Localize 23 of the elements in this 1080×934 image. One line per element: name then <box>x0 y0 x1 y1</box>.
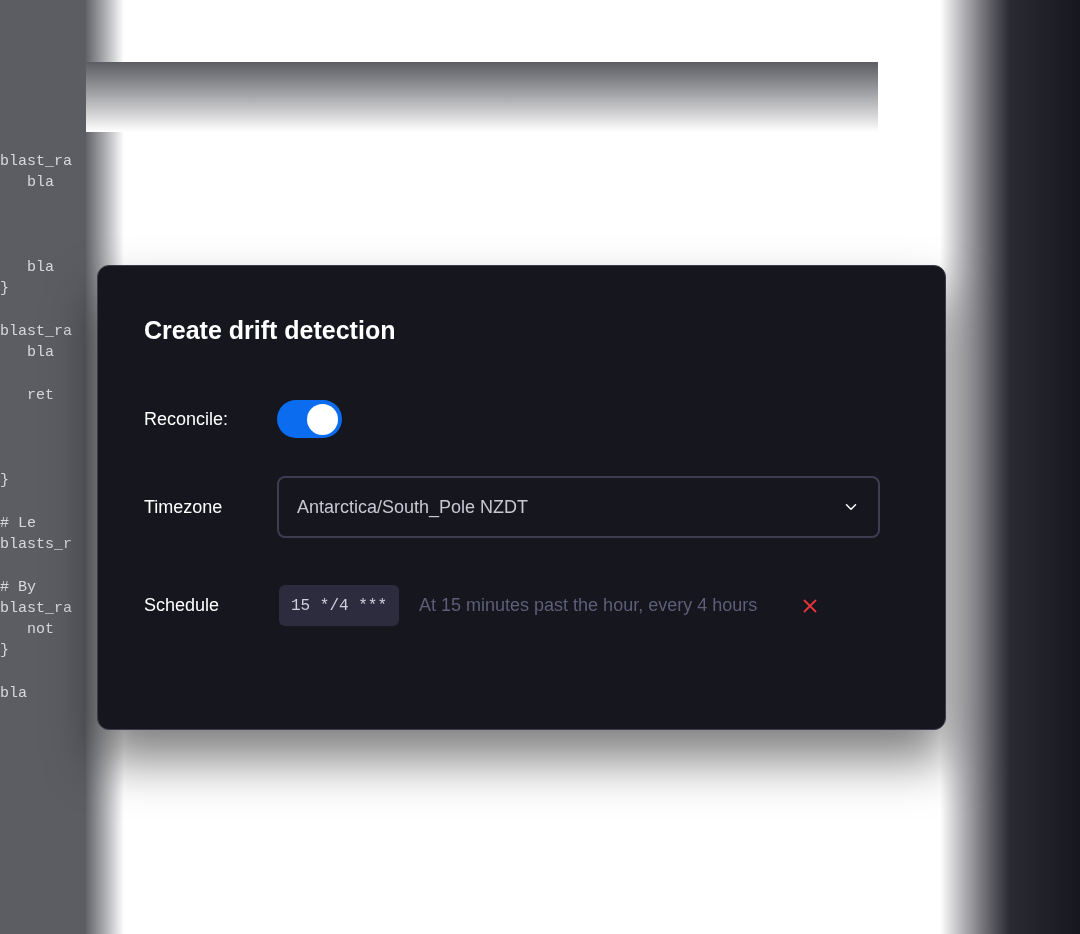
code-line: blast_ra <box>0 152 72 170</box>
code-line: bla <box>26 344 54 362</box>
timezone-label: Timezone <box>144 495 224 519</box>
code-line: # Le <box>0 514 36 532</box>
code-line: } <box>0 472 9 490</box>
code-line: bla <box>26 259 54 277</box>
cron-expression: 15 */4 *** <box>279 585 399 626</box>
schedule-description: At 15 minutes past the hour, every 4 hours <box>419 594 758 617</box>
code-line: ret <box>26 386 54 404</box>
code-line: } <box>0 642 9 660</box>
reconcile-label: Reconcile: <box>144 407 230 431</box>
code-line: bla <box>26 173 54 191</box>
code-line: blasts_r <box>0 535 72 553</box>
code-line: not <box>26 621 54 639</box>
schedule-label: Schedule <box>144 594 221 617</box>
reconcile-toggle[interactable] <box>277 400 342 438</box>
code-line: } <box>0 280 9 298</box>
code-line: blast_ra <box>0 322 72 340</box>
code-line: bla <box>0 685 27 702</box>
timezone-select[interactable]: Antarctica/South_Pole NZDT <box>277 476 880 538</box>
dialog-title: Create drift detection <box>144 315 397 346</box>
code-line: # By <box>0 578 36 596</box>
code-line: blast_ra <box>0 599 72 617</box>
